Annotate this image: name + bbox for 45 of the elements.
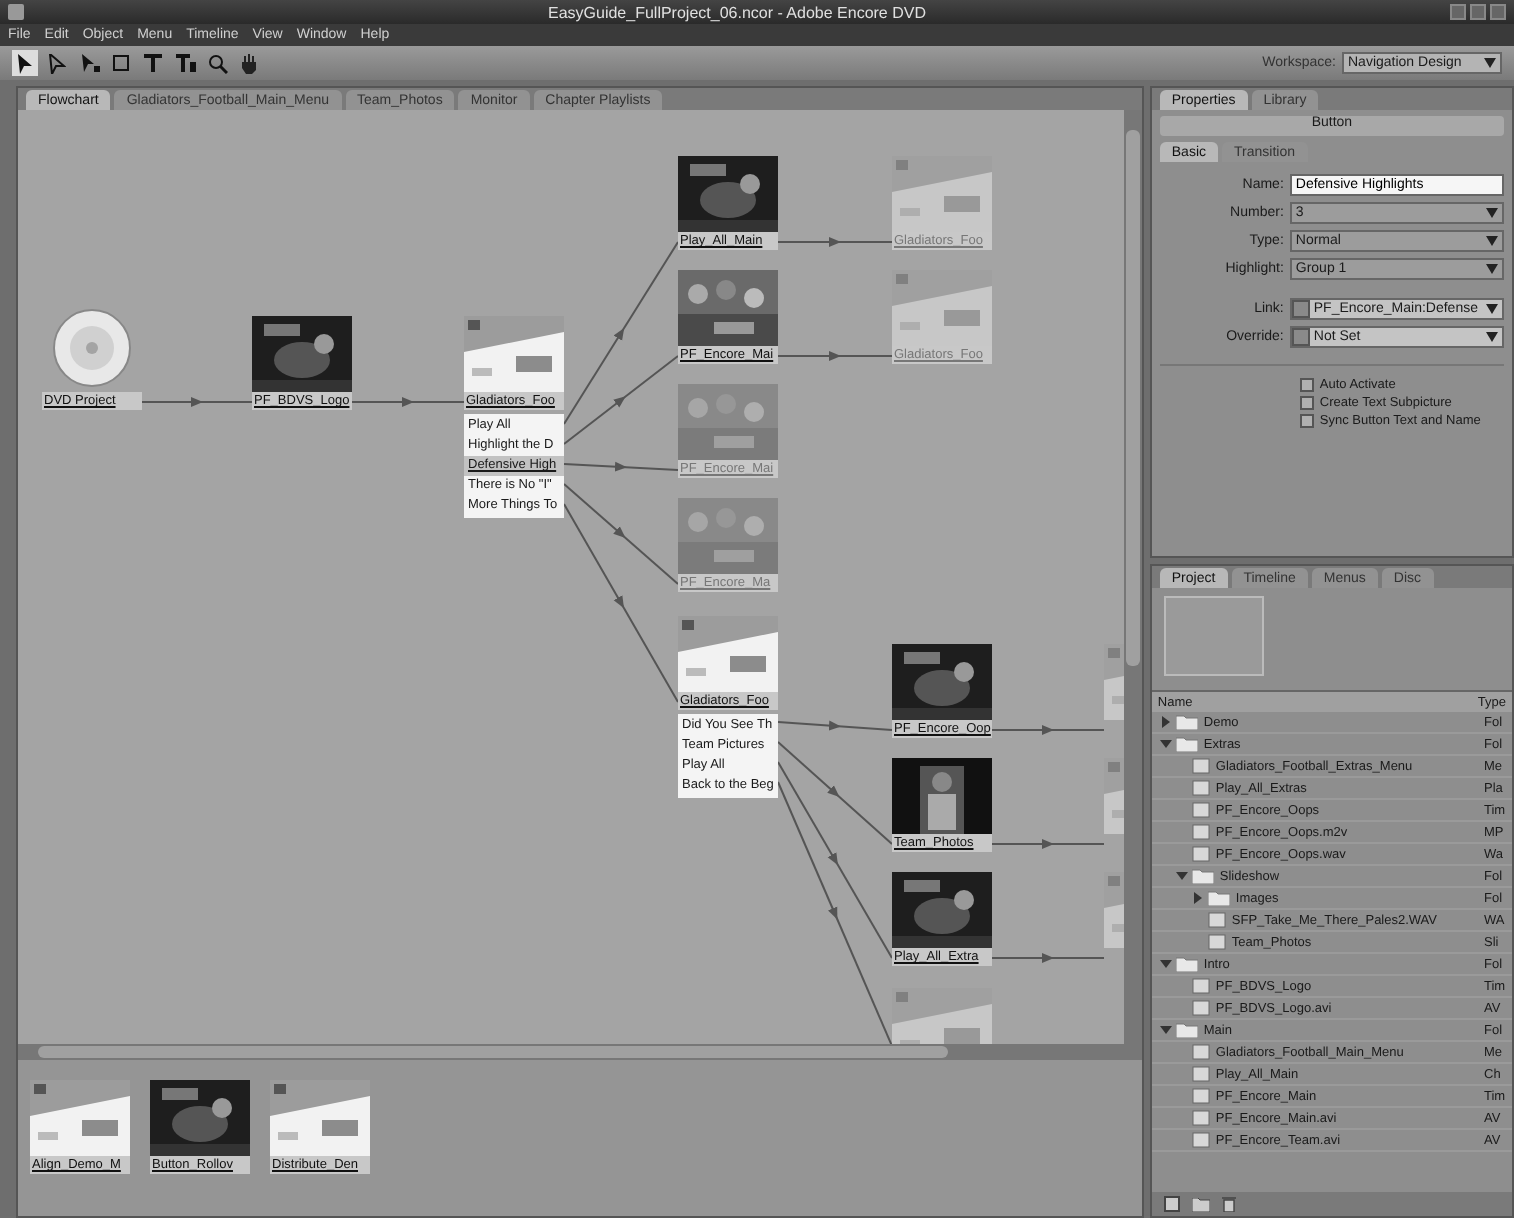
app-icon — [8, 4, 24, 20]
caret-icon[interactable] — [1486, 236, 1498, 246]
window-title: EasyGuide_FullProject_06.ncor - Adobe Encore DVD — [548, 3, 926, 21]
hand-icon[interactable] — [236, 50, 262, 76]
connector-arrow — [141, 397, 253, 407]
disc-icon[interactable] — [52, 308, 132, 388]
preview-thumbnail — [1163, 596, 1264, 676]
folder-icon — [1207, 890, 1230, 906]
folder-icon[interactable] — [1191, 1197, 1210, 1211]
text-tool-icon[interactable] — [140, 50, 166, 76]
folder-icon — [1191, 868, 1214, 884]
checkbox[interactable] — [1299, 378, 1314, 392]
direct-select-icon[interactable] — [44, 50, 70, 76]
move-pointer-icon[interactable] — [76, 50, 102, 76]
connector-arrow — [777, 237, 893, 247]
folder-icon — [1175, 1022, 1198, 1038]
rectangle-icon[interactable] — [108, 50, 134, 76]
connector-arrow — [991, 839, 1105, 849]
vertical-text-tool-icon[interactable] — [172, 50, 198, 76]
connector-arrow — [991, 953, 1105, 963]
expand-triangle-icon[interactable] — [1159, 1024, 1172, 1036]
pointer-icon[interactable] — [12, 50, 38, 76]
expand-triangle-icon[interactable] — [1159, 716, 1172, 728]
zoom-icon[interactable] — [204, 50, 230, 76]
trash-icon[interactable] — [1221, 1196, 1236, 1212]
expand-triangle-icon[interactable] — [1175, 870, 1188, 882]
expand-triangle-icon[interactable] — [1191, 892, 1204, 904]
caret-icon[interactable] — [1486, 264, 1498, 274]
connector-arrow — [563, 461, 679, 472]
folder-icon — [1175, 956, 1198, 972]
connector-arrow — [351, 397, 465, 407]
connector-arrow — [991, 725, 1105, 735]
expand-triangle-icon[interactable] — [1159, 738, 1172, 750]
caret-icon[interactable] — [1486, 332, 1498, 342]
checkbox[interactable] — [1299, 414, 1314, 428]
caret-icon[interactable] — [1486, 304, 1498, 314]
caret-icon[interactable] — [1484, 58, 1496, 68]
expand-triangle-icon[interactable] — [1159, 958, 1172, 970]
connector-arrow — [777, 351, 893, 361]
caret-icon[interactable] — [1486, 208, 1498, 218]
connector-arrow — [777, 720, 893, 731]
folder-icon — [1175, 736, 1198, 752]
new-item-icon[interactable] — [1163, 1196, 1180, 1212]
checkbox[interactable] — [1299, 396, 1314, 410]
horizontal-scrollbar[interactable] — [18, 1044, 1142, 1060]
